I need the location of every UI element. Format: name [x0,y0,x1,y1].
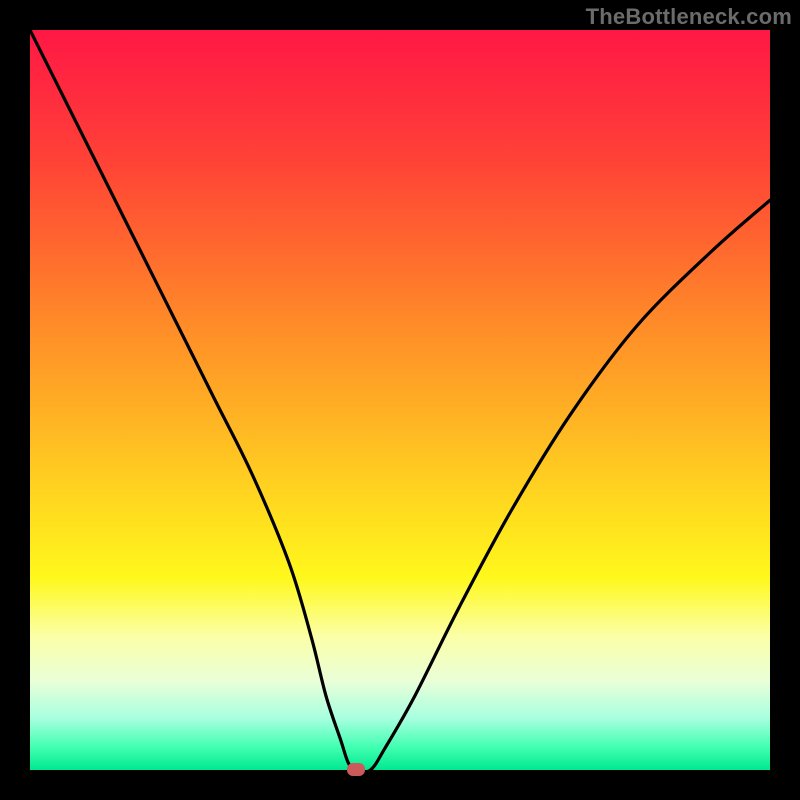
plot-area [30,30,770,770]
chart-frame: TheBottleneck.com [0,0,800,800]
bottleneck-curve [30,30,770,770]
watermark-text: TheBottleneck.com [586,4,792,30]
curve-path [30,30,770,770]
optimum-marker [347,763,365,776]
